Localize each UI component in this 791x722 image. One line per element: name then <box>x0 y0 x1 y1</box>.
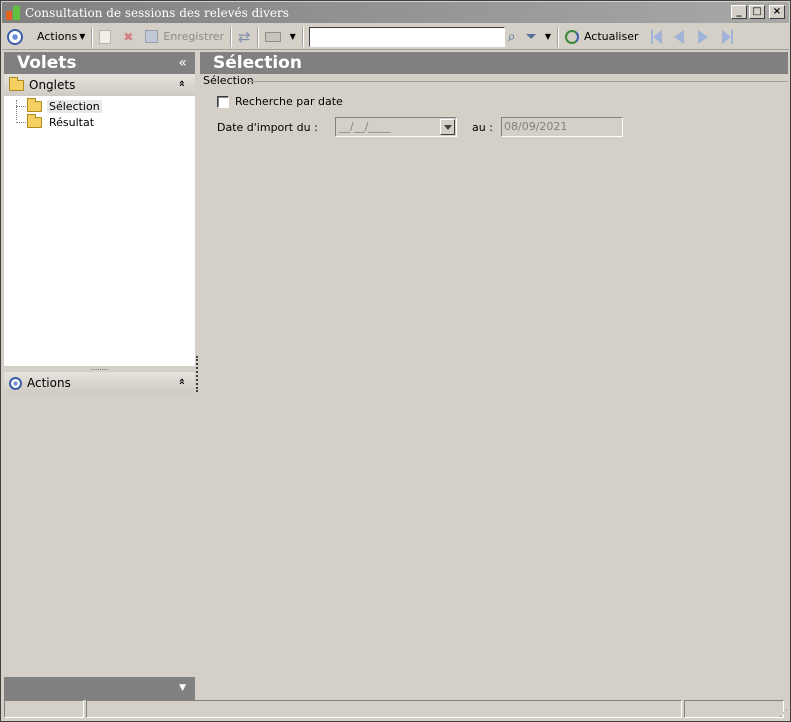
print-button[interactable]: ▼ <box>262 26 299 48</box>
actions-group-header[interactable]: Actions » <box>4 372 195 394</box>
open-folder-icon <box>27 97 42 112</box>
main-panel: Sélection Sélection Recherche par date D… <box>200 52 788 700</box>
actions-icon <box>7 28 23 45</box>
folder-icon <box>27 113 42 128</box>
collapse-chevron-icon[interactable]: » <box>175 80 188 87</box>
next-icon <box>697 29 708 44</box>
page-title: Sélection <box>200 52 788 74</box>
onglets-label: Onglets <box>29 78 76 92</box>
next-record-button[interactable] <box>695 26 711 48</box>
sync-button[interactable]: ⇄ <box>235 26 254 48</box>
title-bar: Consultation de sessions des relevés div… <box>2 2 789 23</box>
chevron-down-icon: ▼ <box>544 32 551 41</box>
volets-header: Volets « <box>4 52 195 74</box>
date-to-field[interactable]: 08/09/2021 <box>501 117 623 137</box>
tabs-tree: Sélection Résultat <box>4 96 195 366</box>
toolbar-separator <box>556 26 559 47</box>
app-icon <box>5 4 22 21</box>
search-icon: ⌕ <box>507 28 516 45</box>
date-from-label: Date d'import du : <box>217 121 318 134</box>
dropdown-button[interactable] <box>440 119 455 135</box>
close-button[interactable]: × <box>769 5 785 19</box>
status-cell <box>4 700 84 718</box>
first-record-button[interactable] <box>648 26 665 48</box>
previous-record-button[interactable] <box>671 26 687 48</box>
toolbar: Actions ▼ ✖ Enregistrer ⇄ ▼ ⌕ ⏷ ▼ Actual… <box>2 24 789 50</box>
chevron-down-icon: ▼ <box>179 683 186 693</box>
maximize-button[interactable]: □ <box>749 5 765 19</box>
actions-menu-label: Actions <box>37 30 78 43</box>
first-icon <box>650 29 662 44</box>
status-bar <box>4 700 787 718</box>
vertical-splitter[interactable] <box>196 356 198 392</box>
refresh-label: Actualiser <box>583 30 639 43</box>
save-label: Enregistrer <box>163 30 225 43</box>
last-record-button[interactable] <box>719 26 736 48</box>
printer-icon <box>264 31 281 42</box>
folder-icon <box>9 76 24 91</box>
window: Consultation de sessions des relevés div… <box>0 0 791 722</box>
checkbox-label: Recherche par date <box>235 95 343 108</box>
filter-icon: ⏷ <box>525 28 537 45</box>
tree-item-label: Résultat <box>49 115 95 129</box>
date-search-toggle[interactable]: Recherche par date <box>217 95 343 108</box>
left-pane: Volets « Onglets » Sélection Résultat ..… <box>4 52 195 700</box>
tree-item-label: Sélection <box>47 99 102 113</box>
pane-overflow-bar[interactable]: ▼ <box>4 677 195 700</box>
new-button[interactable] <box>96 26 114 48</box>
actions-menu-icon-button[interactable] <box>2 26 26 48</box>
search-button[interactable]: ⌕ <box>505 26 519 48</box>
tree-item-resultat[interactable]: Résultat <box>4 113 195 130</box>
delete-button[interactable]: ✖ <box>120 26 136 48</box>
status-cell <box>684 700 784 718</box>
tree-item-selection[interactable]: Sélection <box>4 97 195 114</box>
actions-icon <box>9 376 22 390</box>
search-input[interactable] <box>308 26 505 47</box>
refresh-icon <box>564 29 579 44</box>
last-icon <box>721 29 733 44</box>
refresh-button[interactable]: Actualiser <box>562 26 642 48</box>
toolbar-separator <box>91 26 94 47</box>
save-button[interactable]: Enregistrer <box>142 26 227 48</box>
collapse-chevron-icon[interactable]: » <box>175 378 188 385</box>
delete-icon: ✖ <box>123 29 134 44</box>
volets-title: Volets <box>17 53 77 73</box>
previous-icon <box>673 29 684 44</box>
group-divider <box>246 81 788 82</box>
toolbar-separator <box>256 26 259 47</box>
actions-label: Actions <box>27 376 71 390</box>
collapse-pane-button[interactable]: « <box>178 52 187 74</box>
window-controls: _ □ × <box>731 5 785 19</box>
chevron-down-icon: ▼ <box>79 32 86 41</box>
filter-button[interactable]: ⏷ ▼ <box>523 26 554 48</box>
status-cell <box>86 700 682 718</box>
resize-grip-icon[interactable]: ⋰ <box>779 709 788 719</box>
date-to-value: 08/09/2021 <box>504 120 568 133</box>
save-icon <box>145 30 159 43</box>
date-from-field[interactable]: __/__/____ <box>335 117 457 137</box>
new-document-icon <box>99 29 112 44</box>
actions-menu-button[interactable]: Actions ▼ <box>34 26 88 48</box>
onglets-group-header[interactable]: Onglets » <box>4 74 195 96</box>
minimize-button[interactable]: _ <box>731 5 747 19</box>
toolbar-separator <box>230 26 233 47</box>
chevron-down-icon: ▼ <box>289 32 296 41</box>
window-title: Consultation de sessions des relevés div… <box>25 5 289 20</box>
toolbar-separator <box>301 26 304 47</box>
sync-icon: ⇄ <box>238 27 251 46</box>
date-search-checkbox[interactable] <box>217 95 229 108</box>
date-to-label: au : <box>472 121 493 134</box>
date-from-value: __/__/____ <box>339 120 391 133</box>
